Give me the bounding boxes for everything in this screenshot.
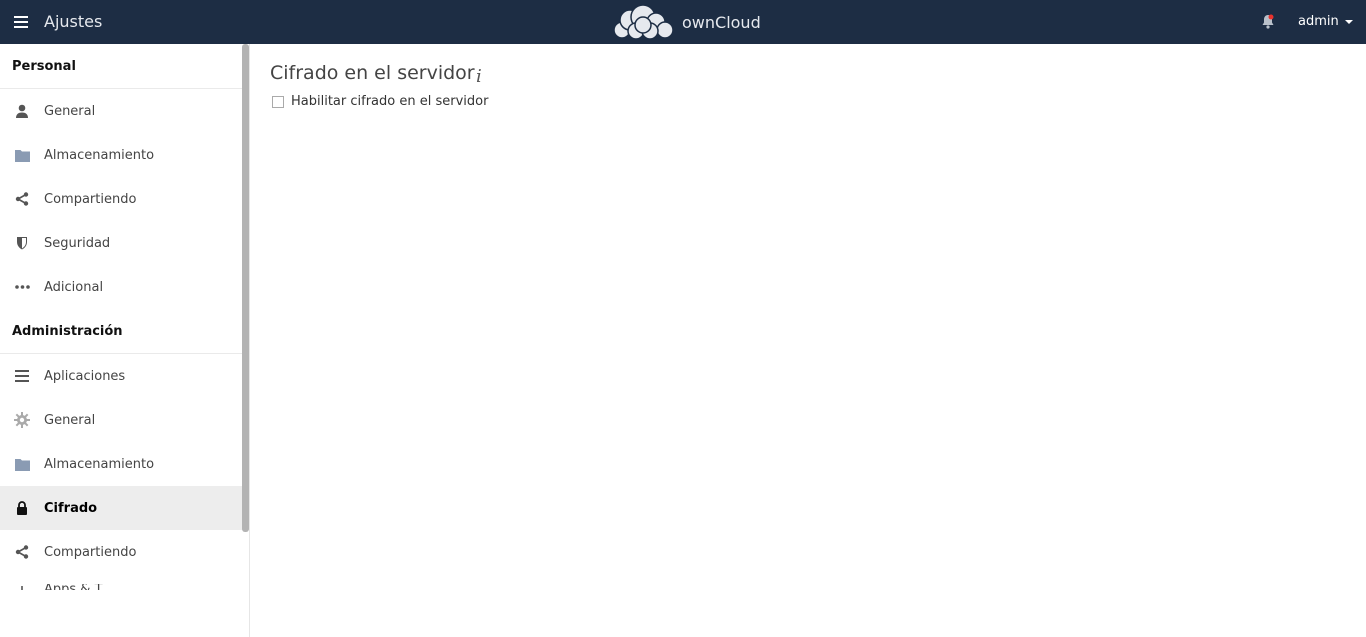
gear-icon [14, 412, 30, 428]
sidebar-item-personal-additional[interactable]: Adicional [0, 265, 249, 309]
folder-icon [14, 456, 30, 472]
menu-line [14, 26, 28, 28]
sidebar-item-personal-general[interactable]: General [0, 89, 249, 133]
user-icon [14, 103, 30, 119]
sidebar-item-label: Compartiendo [44, 544, 137, 560]
info-icon[interactable]: i [476, 66, 482, 87]
sidebar-item-admin-general[interactable]: General [0, 398, 249, 442]
menu-line [14, 21, 28, 23]
list-icon [14, 368, 30, 384]
sidebar-item-label: Almacenamiento [44, 456, 155, 472]
sidebar-item-admin-partial[interactable]: Apps & T... [0, 574, 249, 590]
sidebar-item-label: Aplicaciones [44, 368, 126, 384]
lock-icon [14, 500, 30, 516]
sidebar-item-personal-storage[interactable]: Almacenamiento [0, 133, 249, 177]
sidebar-item-admin-encryption[interactable]: Cifrado [0, 486, 249, 530]
folder-icon [14, 147, 30, 163]
sidebar-item-admin-sharing[interactable]: Compartiendo [0, 530, 249, 574]
sidebar-item-label: Almacenamiento [44, 147, 155, 163]
sidebar-item-admin-apps[interactable]: Aplicaciones [0, 354, 249, 398]
sidebar-item-label: Cifrado [44, 500, 98, 516]
partial-icon [14, 584, 30, 590]
enable-encryption-row[interactable]: Habilitar cifrado en el servidor [272, 94, 488, 109]
sidebar-item-label: Apps & T... [44, 584, 113, 590]
chevron-down-icon [1344, 19, 1353, 24]
app-title[interactable]: Ajustes [44, 12, 102, 31]
sidebar-scrollbar[interactable] [242, 44, 249, 532]
sidebar-item-label: Compartiendo [44, 191, 137, 207]
page-title: Cifrado en el servidor [270, 62, 475, 84]
enable-encryption-checkbox[interactable] [272, 95, 284, 108]
owncloud-logo[interactable]: ownCloud [612, 4, 761, 40]
sidebar-item-label: General [44, 103, 96, 119]
share-icon [14, 544, 30, 560]
sidebar-item-label: Adicional [44, 279, 104, 295]
section-title-personal: Personal [0, 44, 249, 89]
notifications-bell-icon[interactable] [1260, 13, 1276, 31]
more-icon [14, 279, 30, 295]
settings-sidebar: Personal General Almacenamiento Comparti… [0, 44, 250, 637]
sidebar-item-personal-security[interactable]: Seguridad [0, 221, 249, 265]
sidebar-item-label: Seguridad [44, 235, 111, 251]
shield-icon [14, 235, 30, 251]
user-name: admin [1298, 14, 1339, 29]
logo-text: ownCloud [682, 12, 761, 32]
sidebar-item-personal-sharing[interactable]: Compartiendo [0, 177, 249, 221]
main-content: Cifrado en el servidor i Habilitar cifra… [250, 44, 1366, 637]
share-icon [14, 191, 30, 207]
sidebar-item-admin-storage[interactable]: Almacenamiento [0, 442, 249, 486]
menu-line [14, 16, 28, 18]
section-title-administration: Administración [0, 309, 249, 354]
enable-encryption-label[interactable]: Habilitar cifrado en el servidor [291, 94, 488, 109]
top-header: Ajustes ownCloud admin [0, 0, 1366, 44]
user-menu[interactable]: admin [1298, 14, 1353, 29]
sidebar-item-label: General [44, 412, 96, 428]
cloud-logo-icon [613, 4, 674, 40]
hamburger-menu-button[interactable] [10, 10, 34, 34]
